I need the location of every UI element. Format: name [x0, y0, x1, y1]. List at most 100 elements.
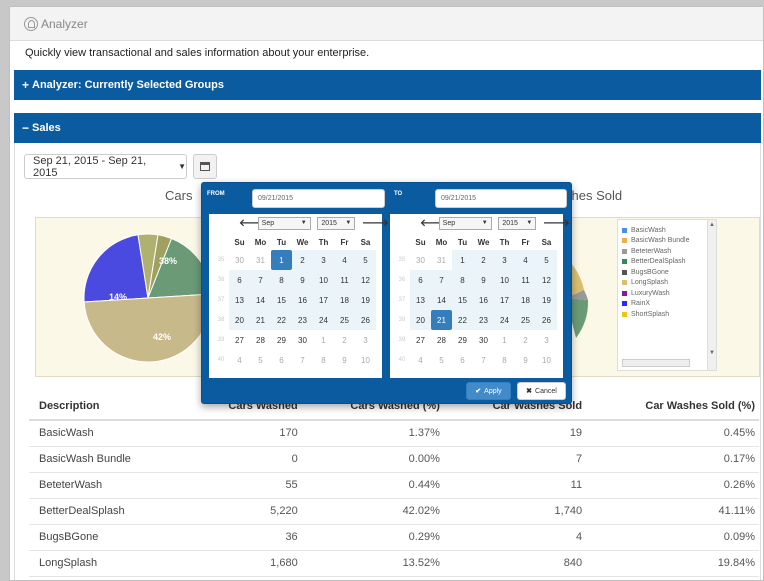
calendar-day[interactable]: 23: [292, 310, 313, 330]
calendar-day[interactable]: 27: [410, 330, 431, 350]
calendar-day[interactable]: 6: [271, 350, 292, 370]
scroll-down-icon[interactable]: ▼: [709, 350, 715, 356]
calendar-day[interactable]: 10: [494, 270, 515, 290]
calendar-day[interactable]: 7: [250, 270, 271, 290]
calendar-day[interactable]: 16: [292, 290, 313, 310]
year-select[interactable]: 2015 ▼: [498, 216, 537, 230]
calendar-day[interactable]: 15: [452, 290, 473, 310]
legend-item[interactable]: BeteterWash: [618, 246, 716, 257]
calendar-day[interactable]: 20: [229, 310, 250, 330]
calendar-day[interactable]: 30: [229, 250, 250, 270]
legend-item[interactable]: BetterDealSplash: [618, 257, 716, 268]
calendar-day[interactable]: 7: [473, 350, 494, 370]
scroll-up-icon[interactable]: ▲: [709, 222, 715, 228]
calendar-day[interactable]: 29: [452, 330, 473, 350]
calendar-day[interactable]: 1: [313, 330, 334, 350]
calendar-day[interactable]: 3: [313, 250, 334, 270]
calendar-day[interactable]: 8: [452, 270, 473, 290]
month-select[interactable]: Sep ▼: [257, 216, 311, 230]
calendar-day[interactable]: 12: [536, 270, 557, 290]
calendar-day[interactable]: 2: [515, 330, 536, 350]
legend-scrollbar[interactable]: ▲ ▼: [707, 220, 716, 370]
calendar-day[interactable]: 25: [515, 310, 536, 330]
calendar-day[interactable]: 6: [229, 270, 250, 290]
calendar-day[interactable]: 1: [271, 250, 292, 270]
calendar-day[interactable]: 5: [355, 250, 376, 270]
calendar-day[interactable]: 19: [536, 290, 557, 310]
legend-item[interactable]: ShortSplash: [618, 309, 716, 320]
calendar-day[interactable]: 21: [431, 310, 452, 330]
apply-button[interactable]: ✔ Apply: [466, 382, 511, 400]
calendar-day[interactable]: 30: [473, 330, 494, 350]
panel-header-selected-groups[interactable]: + Analyzer: Currently Selected Groups: [14, 70, 761, 100]
calendar-day[interactable]: 16: [473, 290, 494, 310]
calendar-day[interactable]: 5: [431, 350, 452, 370]
chart-legend[interactable]: BasicWash BasicWash Bundle BeteterWash Bett…: [617, 219, 717, 371]
calendar-day[interactable]: 2: [473, 250, 494, 270]
calendar-day[interactable]: 4: [229, 350, 250, 370]
calendar-day[interactable]: 8: [494, 350, 515, 370]
calendar-day[interactable]: 4: [334, 250, 355, 270]
pie-slice[interactable]: [83, 293, 213, 363]
calendar-day[interactable]: 28: [250, 330, 271, 350]
calendar-day[interactable]: 7: [292, 350, 313, 370]
calendar-day[interactable]: 9: [292, 270, 313, 290]
calendar-day[interactable]: 14: [250, 290, 271, 310]
calendar-day[interactable]: 14: [431, 290, 452, 310]
calendar-day[interactable]: 25: [334, 310, 355, 330]
legend-horizontal-scrollbar[interactable]: [622, 359, 690, 367]
calendar-day[interactable]: 26: [536, 310, 557, 330]
next-month-icon[interactable]: 🡒: [543, 217, 570, 229]
prev-month-icon[interactable]: 🡐: [239, 217, 266, 229]
calendar-day[interactable]: 9: [334, 350, 355, 370]
calendar-day[interactable]: 22: [452, 310, 473, 330]
month-select[interactable]: Sep ▼: [438, 216, 492, 230]
calendar-day[interactable]: 6: [410, 270, 431, 290]
date-range-dropdown[interactable]: Sep 21, 2015 - Sep 21, 2015 ▼: [24, 154, 187, 179]
calendar-day[interactable]: 2: [334, 330, 355, 350]
calendar-day[interactable]: 3: [494, 250, 515, 270]
legend-item[interactable]: LongSplash: [618, 278, 716, 289]
calendar-day[interactable]: 4: [515, 250, 536, 270]
calendar-day[interactable]: 23: [473, 310, 494, 330]
calendar-day[interactable]: 30: [292, 330, 313, 350]
calendar-day[interactable]: 18: [515, 290, 536, 310]
from-date-input[interactable]: 09/21/2015: [252, 189, 385, 208]
calendar-day[interactable]: 21: [250, 310, 271, 330]
legend-item[interactable]: BugsBGone: [618, 267, 716, 278]
calendar-day[interactable]: 10: [536, 350, 557, 370]
cancel-button[interactable]: ✖ Cancel: [517, 382, 566, 400]
next-month-icon[interactable]: 🡒: [362, 217, 389, 229]
calendar-day[interactable]: 6: [452, 350, 473, 370]
calendar-day[interactable]: 9: [473, 270, 494, 290]
calendar-day[interactable]: 8: [271, 270, 292, 290]
calendar-day[interactable]: 17: [313, 290, 334, 310]
calendar-day[interactable]: 1: [452, 250, 473, 270]
calendar-day[interactable]: 24: [494, 310, 515, 330]
panel-header-sales[interactable]: − Sales: [14, 113, 761, 143]
column-header[interactable]: Description: [29, 392, 191, 421]
calendar-day[interactable]: 18: [334, 290, 355, 310]
year-select[interactable]: 2015 ▼: [317, 216, 356, 230]
calendar-day[interactable]: 7: [431, 270, 452, 290]
calendar-day[interactable]: 31: [431, 250, 452, 270]
calendar-day[interactable]: 31: [250, 250, 271, 270]
legend-item[interactable]: LuxuryWash: [618, 288, 716, 299]
calendar-day[interactable]: 9: [515, 350, 536, 370]
calendar-day[interactable]: 26: [355, 310, 376, 330]
calendar-day[interactable]: 27: [229, 330, 250, 350]
calendar-day[interactable]: 11: [515, 270, 536, 290]
calendar-day[interactable]: 5: [536, 250, 557, 270]
calendar-day[interactable]: 20: [410, 310, 431, 330]
calendar-day[interactable]: 24: [313, 310, 334, 330]
calendar-day[interactable]: 29: [271, 330, 292, 350]
column-header[interactable]: Car Washes Sold (%): [586, 392, 759, 421]
calendar-day[interactable]: 2: [292, 250, 313, 270]
calendar-day[interactable]: 22: [271, 310, 292, 330]
calendar-day[interactable]: 10: [355, 350, 376, 370]
calendar-button[interactable]: [193, 154, 217, 179]
legend-item[interactable]: RainX: [618, 299, 716, 310]
calendar-day[interactable]: 8: [313, 350, 334, 370]
calendar-day[interactable]: 30: [410, 250, 431, 270]
legend-item[interactable]: BasicWash Bundle: [618, 236, 716, 247]
